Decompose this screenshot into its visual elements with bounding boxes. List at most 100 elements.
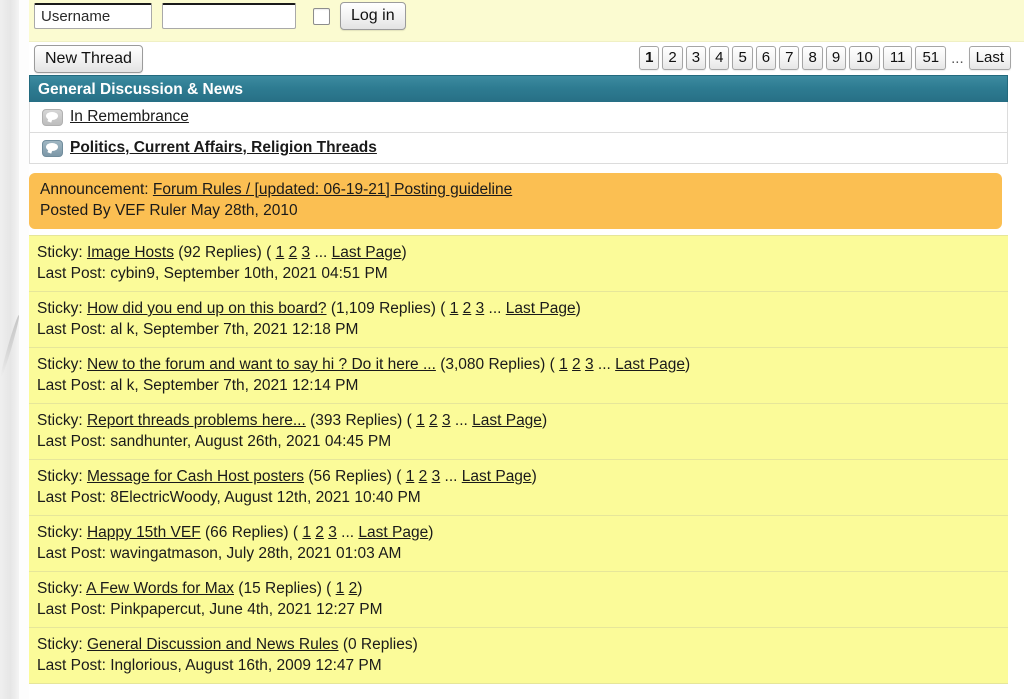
pagination-page-2[interactable]: 2 bbox=[662, 46, 683, 70]
thread-page-ellipsis: ... bbox=[314, 244, 328, 261]
thread-page-links: ( 1 2 3 ... Last Page) bbox=[261, 244, 407, 261]
pagination-page-11[interactable]: 11 bbox=[882, 46, 913, 70]
thread-last-page-link[interactable]: Last Page bbox=[332, 244, 402, 261]
thread-reply-count: (92 Replies) bbox=[178, 244, 262, 261]
thread-page-ellipsis: ... bbox=[488, 300, 502, 317]
thread-title-link[interactable]: Report threads problems here... bbox=[87, 412, 306, 429]
new-thread-button[interactable]: New Thread bbox=[34, 45, 143, 73]
thread-title-link[interactable]: Happy 15th VEF bbox=[87, 524, 201, 541]
thread-page-link-2[interactable]: 2 bbox=[429, 412, 438, 429]
thread-page-links: ( 1 2 3 ... Last Page) bbox=[402, 412, 548, 429]
thread-last-post: Last Post: 8ElectricWoody, August 12th, … bbox=[37, 489, 421, 506]
subforum-row[interactable]: In Remembrance bbox=[29, 102, 1008, 133]
pagination-page-5[interactable]: 5 bbox=[732, 46, 753, 70]
thread-last-post: Last Post: al k, September 7th, 2021 12:… bbox=[37, 377, 359, 394]
pagination-page-1[interactable]: 1 bbox=[639, 46, 660, 70]
thread-page-link-3[interactable]: 3 bbox=[585, 356, 594, 373]
pagination-page-6[interactable]: 6 bbox=[755, 46, 777, 70]
thread-title-link[interactable]: General Discussion and News Rules bbox=[87, 636, 339, 653]
thread-page-link-3[interactable]: 3 bbox=[302, 244, 311, 261]
thread-page-link-1[interactable]: 1 bbox=[406, 468, 415, 485]
thread-page-link-3[interactable]: 3 bbox=[328, 524, 337, 541]
pagination-ellipsis: ... bbox=[951, 49, 964, 67]
thread-page-link-1[interactable]: 1 bbox=[450, 300, 459, 317]
thread-title-link[interactable]: New to the forum and want to say hi ? Do… bbox=[87, 356, 436, 373]
thread-sticky-prefix: Sticky: bbox=[37, 524, 87, 541]
thread-page-ellipsis: ... bbox=[454, 412, 468, 429]
pagination-page-10[interactable]: 10 bbox=[849, 46, 880, 70]
thread-last-page-link[interactable]: Last Page bbox=[358, 524, 428, 541]
thread-page-link-2[interactable]: 2 bbox=[289, 244, 298, 261]
pagination-page-9[interactable]: 9 bbox=[825, 46, 847, 70]
thread-last-post: Last Post: cybin9, September 10th, 2021 … bbox=[37, 265, 388, 282]
thread-page-link-2[interactable]: 2 bbox=[572, 356, 581, 373]
thread-list-separator bbox=[29, 684, 1008, 699]
thread-reply-count: (0 Replies) bbox=[342, 636, 418, 653]
subforum-list: In Remembrance Politics, Current Affairs,… bbox=[29, 102, 1024, 164]
thread-reply-count: (15 Replies) bbox=[238, 580, 322, 597]
thread-last-post: Last Post: wavingatmason, July 28th, 202… bbox=[37, 545, 402, 562]
thread-page-link-3[interactable]: 3 bbox=[432, 468, 441, 485]
thread-page-link-1[interactable]: 1 bbox=[559, 356, 568, 373]
pagination-last-button[interactable]: Last bbox=[968, 46, 1011, 70]
thread-page-ellipsis: ... bbox=[444, 468, 458, 485]
remember-me-checkbox[interactable] bbox=[313, 7, 330, 25]
thread-title-link[interactable]: Message for Cash Host posters bbox=[87, 468, 304, 485]
thread-row[interactable]: Sticky: Image Hosts (92 Replies) ( 1 2 3… bbox=[29, 235, 1008, 292]
thread-page-link-1[interactable]: 1 bbox=[302, 524, 311, 541]
thread-row[interactable]: Sticky: General Discussion and News Rule… bbox=[29, 628, 1008, 684]
thread-page-link-1[interactable]: 1 bbox=[276, 244, 285, 261]
thread-last-page-link[interactable]: Last Page bbox=[615, 356, 685, 373]
login-button[interactable]: Log in bbox=[340, 2, 406, 30]
thread-page-links: ( 1 2 3 ... Last Page) bbox=[288, 524, 434, 541]
speech-bubble-icon bbox=[42, 108, 63, 126]
pagination-page-3[interactable]: 3 bbox=[685, 46, 707, 70]
thread-row[interactable]: Sticky: Report threads problems here... … bbox=[29, 404, 1008, 460]
forum-page: Log in New Thread 123456789101151 ... La… bbox=[0, 0, 1024, 699]
page-left-gutter bbox=[19, 0, 29, 699]
thread-page-link-2[interactable]: 2 bbox=[315, 524, 324, 541]
password-input[interactable] bbox=[162, 3, 296, 29]
thread-page-link-2[interactable]: 2 bbox=[419, 468, 428, 485]
thread-row[interactable]: Sticky: Happy 15th VEF (66 Replies) ( 1 … bbox=[29, 516, 1008, 572]
subforum-link[interactable]: Politics, Current Affairs, Religion Thre… bbox=[70, 139, 377, 157]
thread-reply-count: (56 Replies) bbox=[308, 468, 392, 485]
thread-page-link-2[interactable]: 2 bbox=[463, 300, 472, 317]
thread-last-page-link[interactable]: Last Page bbox=[462, 468, 532, 485]
thread-last-post: Last Post: al k, September 7th, 2021 12:… bbox=[37, 321, 359, 338]
thread-last-page-link[interactable]: Last Page bbox=[472, 412, 542, 429]
thread-page-links: ( 1 2 3 ... Last Page) bbox=[435, 300, 581, 317]
subforum-link[interactable]: In Remembrance bbox=[70, 108, 189, 126]
pagination-page-7[interactable]: 7 bbox=[779, 46, 800, 70]
pagination: 1 2 3 4 5 6 7 8 9 10 11 51 ... Last bbox=[639, 46, 1011, 70]
thread-row[interactable]: Sticky: New to the forum and want to say… bbox=[29, 348, 1008, 404]
forum-header-title: General Discussion & News bbox=[29, 75, 1008, 102]
thread-row[interactable]: Sticky: How did you end up on this board… bbox=[29, 292, 1008, 348]
sticky-thread-list: Sticky: Image Hosts (92 Replies) ( 1 2 3… bbox=[29, 235, 1008, 684]
thread-sticky-prefix: Sticky: bbox=[37, 244, 87, 261]
username-input[interactable] bbox=[34, 3, 152, 29]
thread-page-link-3[interactable]: 3 bbox=[442, 412, 451, 429]
thread-title-link[interactable]: How did you end up on this board? bbox=[87, 300, 327, 317]
thread-last-post: Last Post: Inglorious, August 16th, 2009… bbox=[37, 657, 382, 674]
announcement-link[interactable]: Forum Rules / [updated: 06-19-21] Postin… bbox=[153, 181, 512, 198]
thread-sticky-prefix: Sticky: bbox=[37, 636, 87, 653]
pagination-page-8[interactable]: 8 bbox=[802, 46, 823, 70]
thread-row[interactable]: Sticky: Message for Cash Host posters (5… bbox=[29, 460, 1008, 516]
pagination-page-51[interactable]: 51 bbox=[915, 46, 947, 70]
thread-page-link-2[interactable]: 2 bbox=[349, 580, 358, 597]
thread-page-link-1[interactable]: 1 bbox=[416, 412, 425, 429]
thread-title-link[interactable]: A Few Words for Max bbox=[86, 580, 234, 597]
thread-toolbar: New Thread 1 2 3 4 5 6 7 8 9 10 11 51 ... Last bbox=[29, 42, 1024, 75]
announcement-section: Announcement: Forum Rules / [updated: 06… bbox=[29, 164, 1008, 235]
thread-last-page-link[interactable]: Last Page bbox=[506, 300, 576, 317]
thread-page-link-1[interactable]: 1 bbox=[336, 580, 345, 597]
thread-reply-count: (393 Replies) bbox=[310, 412, 403, 429]
thread-page-ellipsis: ... bbox=[597, 356, 611, 373]
thread-title-link[interactable]: Image Hosts bbox=[87, 244, 174, 261]
subforum-row[interactable]: Politics, Current Affairs, Religion Thre… bbox=[29, 133, 1008, 164]
speech-bubble-icon bbox=[42, 139, 63, 157]
pagination-page-4[interactable]: 4 bbox=[709, 46, 730, 70]
thread-page-link-3[interactable]: 3 bbox=[476, 300, 485, 317]
thread-row[interactable]: Sticky: A Few Words for Max (15 Replies)… bbox=[29, 572, 1008, 628]
